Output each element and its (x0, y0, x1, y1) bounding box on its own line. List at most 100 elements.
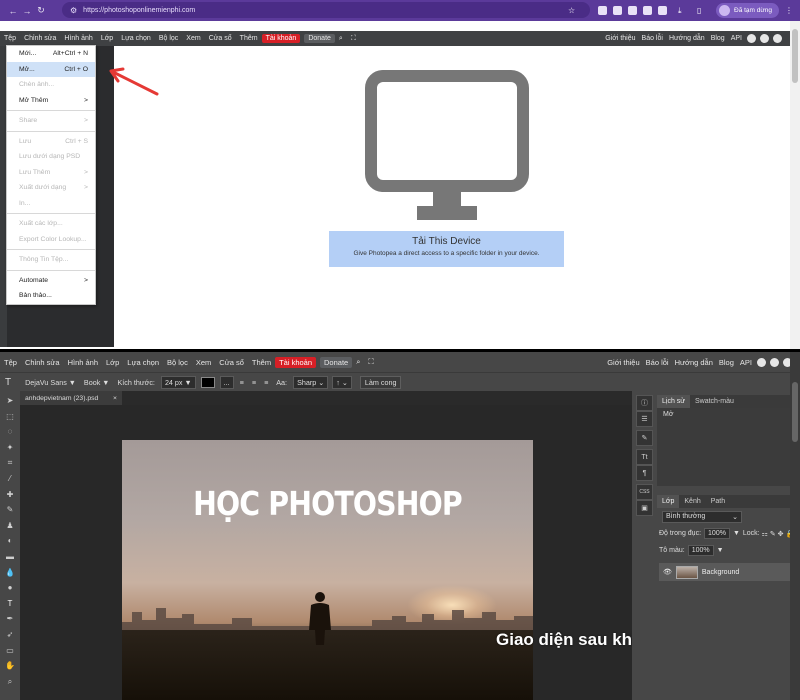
close-tab-icon[interactable]: × (113, 395, 117, 402)
fill-field[interactable]: 100% (687, 545, 714, 556)
shape-tool-icon[interactable]: ▭ (6, 643, 14, 659)
menu-filter[interactable]: Bộ lọc (163, 358, 192, 367)
menu-more[interactable]: Thêm (248, 358, 275, 367)
link-api[interactable]: API (737, 358, 755, 367)
text-color-swatch[interactable] (200, 376, 215, 388)
menu-item-open-more[interactable]: Mở Thêm > (7, 93, 95, 109)
font-style-select[interactable]: Book ▼ (80, 378, 114, 387)
link-api[interactable]: API (728, 35, 745, 42)
warp-button[interactable]: Làm cong (359, 375, 402, 389)
link-tutorials[interactable]: Hướng dẫn (666, 35, 708, 42)
menu-item-save[interactable]: Lưu Ctrl + S (7, 134, 95, 150)
site-info-icon[interactable]: ⚙ (70, 6, 77, 15)
link-blog[interactable]: Blog (716, 358, 737, 367)
bookmark-star-icon[interactable]: ☆ (568, 0, 575, 21)
menu-item-share[interactable]: Share > (7, 113, 95, 129)
twitter-icon[interactable] (760, 34, 769, 43)
menu-item-save-psd[interactable]: Lưu dưới dạng PSD (7, 149, 95, 165)
panel-scrollbar[interactable] (790, 352, 800, 700)
menu-item-insert-image[interactable]: Chèn ảnh... (7, 77, 95, 93)
opacity-dropdown-icon[interactable]: ▼ (733, 530, 740, 537)
menu-layer[interactable]: Lớp (97, 35, 117, 42)
kebab-menu-icon[interactable]: ⋮ (785, 0, 793, 21)
extension-icon[interactable] (598, 6, 607, 15)
line-spacing-select[interactable]: ↑ ⌄ (332, 375, 352, 389)
menu-more[interactable]: Thêm (236, 35, 262, 42)
reddit-icon[interactable] (747, 34, 756, 43)
menu-item-export-color-lookup[interactable]: Export Color Lookup... (7, 232, 95, 248)
blur-tool-icon[interactable]: 💧 (5, 565, 15, 581)
menu-item-open[interactable]: Mở... Ctrl + O (7, 61, 95, 77)
account-button[interactable]: Tài khoản (275, 356, 317, 368)
link-about[interactable]: Giới thiệu (602, 35, 638, 42)
opacity-field[interactable]: 100% (704, 528, 730, 539)
stamp-tool-icon[interactable]: ♟ (6, 518, 13, 534)
menu-item-export-layers[interactable]: Xuất các lớp... (7, 216, 95, 232)
profile-pause[interactable]: Đã tạm dừng (716, 0, 779, 21)
menu-filter[interactable]: Bộ lọc (155, 35, 182, 42)
character-icon[interactable]: Tt (636, 449, 653, 465)
align-right-icon[interactable]: ≡ (260, 378, 272, 387)
menu-item-print[interactable]: In... (7, 196, 95, 212)
menu-edit[interactable]: Chỉnh sửa (20, 35, 60, 42)
link-tutorials[interactable]: Hướng dẫn (672, 358, 716, 367)
link-report-bug[interactable]: Báo lỗi (639, 35, 666, 42)
forward-icon[interactable]: → (20, 6, 34, 16)
menu-layer[interactable]: Lớp (102, 358, 123, 367)
brush-settings-icon[interactable]: ✎ (636, 430, 653, 446)
tab-swatches[interactable]: Swatch-màu (690, 395, 739, 408)
menu-window[interactable]: Cửa sổ (205, 35, 236, 42)
lasso-tool-icon[interactable]: ◌ (8, 424, 13, 440)
layer-row[interactable]: 👁 Background (659, 563, 798, 581)
download-icon[interactable]: ⤓ (678, 0, 682, 21)
menu-view[interactable]: Xem (182, 35, 204, 42)
menu-item-new[interactable]: Mới... Alt+Ctrl + N (7, 46, 95, 62)
antialias-select[interactable]: Sharp ⌄ (293, 375, 329, 389)
visibility-eye-icon[interactable]: 👁 (663, 568, 672, 576)
align-left-icon[interactable]: ≡ (236, 378, 248, 387)
move-tool-icon[interactable]: ➤ (7, 393, 14, 409)
search-icon[interactable]: ⌕ (335, 35, 347, 43)
menu-image[interactable]: Hình ảnh (64, 358, 102, 367)
hand-tool-icon[interactable]: ✋ (5, 658, 15, 674)
properties-icon[interactable]: ☰ (636, 411, 653, 427)
css-icon[interactable]: CSS (636, 484, 653, 500)
brush-tool-icon[interactable]: ✎ (7, 502, 14, 518)
photo-canvas[interactable]: HỌC PHOTOSHOP (122, 440, 533, 700)
eraser-tool-icon[interactable]: ◐ (8, 533, 13, 549)
reddit-icon[interactable] (757, 357, 766, 367)
pen-tool-icon[interactable]: ✒ (7, 611, 14, 627)
image-icon[interactable]: ▣ (636, 500, 653, 516)
address-bar[interactable]: ⚙ https://photoshoponlinemienphi.com (62, 2, 590, 18)
link-report-bug[interactable]: Báo lỗi (643, 358, 672, 367)
path-select-tool-icon[interactable]: ➶ (7, 627, 14, 643)
dodge-tool-icon[interactable]: ● (8, 580, 13, 596)
text-tool-icon[interactable]: T (8, 596, 13, 612)
menu-file[interactable]: Tệp (0, 35, 20, 42)
back-icon[interactable]: ← (6, 6, 20, 16)
magic-wand-tool-icon[interactable]: ✦ (7, 440, 14, 456)
twitter-icon[interactable] (770, 357, 779, 367)
menu-select[interactable]: Lựa chọn (123, 358, 163, 367)
search-icon[interactable]: ⌕ (352, 357, 364, 367)
fill-dropdown-icon[interactable]: ▼ (717, 547, 724, 554)
healing-tool-icon[interactable]: ✚ (7, 487, 14, 503)
extension-icon[interactable] (658, 6, 667, 15)
zoom-tool-icon[interactable]: ⌕ (8, 674, 12, 690)
account-button[interactable]: Tài khoản (261, 34, 301, 43)
menu-image[interactable]: Hình ảnh (60, 35, 96, 42)
info-icon[interactable]: ⓘ (636, 395, 653, 411)
sidepanel-icon[interactable]: ▯ (697, 0, 701, 21)
menu-edit[interactable]: Chỉnh sửa (21, 358, 64, 367)
menu-file[interactable]: Tệp (0, 358, 21, 367)
font-size-field[interactable]: 24 px ▼ (160, 375, 196, 389)
marquee-tool-icon[interactable]: ⬚ (6, 409, 14, 425)
tab-history[interactable]: Lịch sử (657, 395, 690, 408)
page-scrollbar[interactable] (790, 21, 800, 349)
menu-window[interactable]: Cửa sổ (215, 358, 248, 367)
reload-icon[interactable]: ↻ (34, 5, 48, 16)
this-device-panel[interactable]: Tải This Device Give Photopea a direct a… (329, 231, 564, 267)
extension-icon[interactable] (628, 6, 637, 15)
tab-channels[interactable]: Kênh (679, 495, 705, 508)
align-center-icon[interactable]: ≡ (248, 378, 260, 387)
